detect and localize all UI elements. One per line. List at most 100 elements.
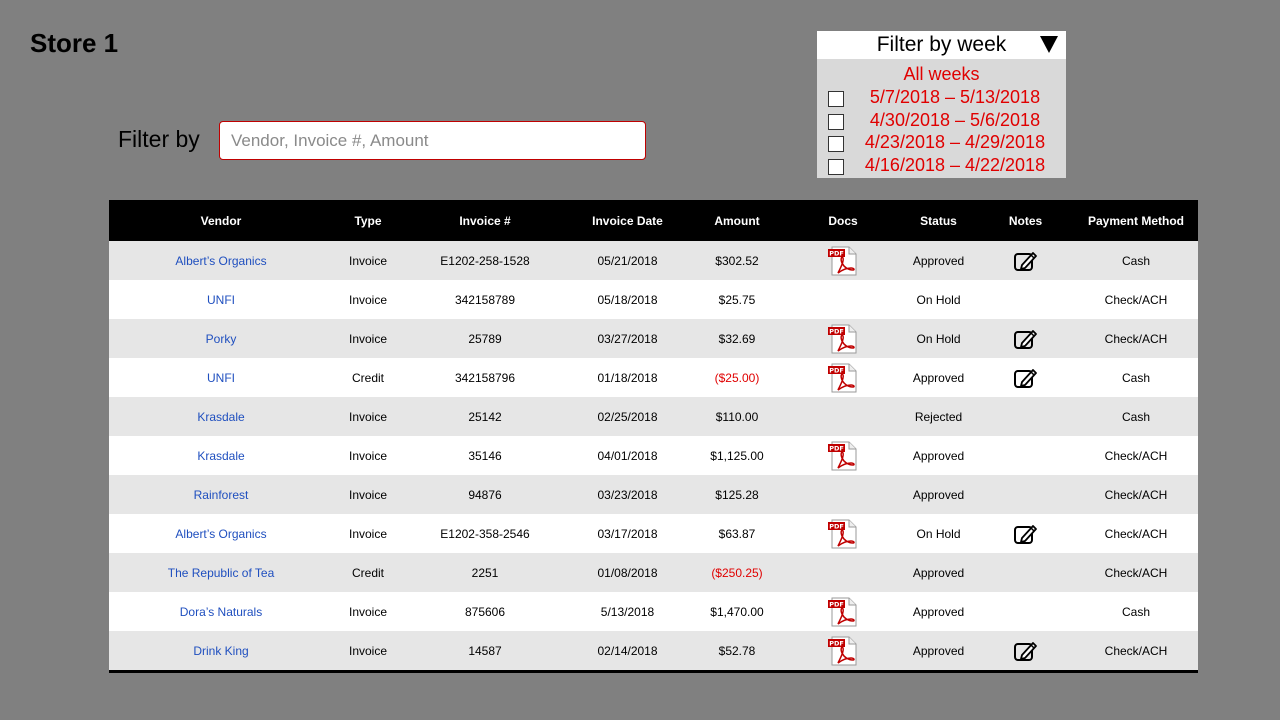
search-input[interactable] (219, 121, 646, 160)
payment-method-cell: Cash (1074, 358, 1198, 397)
svg-text:PDF: PDF (829, 639, 844, 647)
week-option-label: 4/30/2018 – 5/6/2018 (869, 109, 1041, 130)
table-row: UNFI Credit 342158796 01/18/2018 ($25.00) PDF… (109, 358, 1198, 397)
status-cell: Approved (900, 241, 977, 280)
week-option[interactable]: 4/30/2018 – 5/6/2018 (817, 110, 1066, 133)
table-row: Krasdale Invoice 25142 02/25/2018 $110.00 Rej… (109, 397, 1198, 436)
column-header[interactable]: Status (900, 200, 977, 241)
edit-note-icon[interactable] (1013, 328, 1039, 350)
docs-cell: PDF (786, 631, 900, 670)
type-cell: Invoice (333, 319, 403, 358)
table-row: The Republic of Tea Credit 2251 01/08/2018(… (109, 553, 1198, 592)
week-filter-header-label: Filter by week (876, 33, 1007, 56)
svg-text:PDF: PDF (829, 366, 844, 374)
invoice-number-cell: 94876 (403, 475, 567, 514)
pdf-icon[interactable]: PDF (827, 441, 859, 471)
status-cell: Approved (900, 358, 977, 397)
invoice-date-cell: 05/18/2018 (567, 280, 688, 319)
edit-note-icon[interactable] (1013, 250, 1039, 272)
payment-method-cell: Check/ACH (1074, 631, 1198, 670)
column-header[interactable]: Vendor (109, 200, 333, 241)
status-cell: On Hold (900, 514, 977, 553)
payment-method-cell: Cash (1074, 241, 1198, 280)
all-weeks-option[interactable]: All weeks (817, 64, 1066, 87)
edit-note-icon[interactable] (1013, 367, 1039, 389)
notes-cell (977, 436, 1074, 475)
week-checkbox[interactable] (828, 158, 844, 175)
vendor-link[interactable]: UNFI (109, 358, 333, 397)
column-header[interactable]: Amount (688, 200, 786, 241)
vendor-link[interactable]: Rainforest (109, 475, 333, 514)
column-header[interactable]: Notes (977, 200, 1074, 241)
edit-note-icon[interactable] (1013, 640, 1039, 662)
invoice-date-cell: 01/18/2018 (567, 358, 688, 397)
invoice-date-cell: 05/21/2018 (567, 241, 688, 280)
vendor-link[interactable]: Dora’s Naturals (109, 592, 333, 631)
amount-cell: $1,470.00 (688, 592, 786, 631)
invoice-date-cell: 02/14/2018 (567, 631, 688, 670)
table-row: Dora’s Naturals Invoice 875606 5/13/2018 $1,… (109, 592, 1198, 631)
week-option-label: 4/16/2018 – 4/22/2018 (864, 154, 1046, 175)
pdf-icon[interactable]: PDF (827, 363, 859, 393)
column-header[interactable]: Docs (786, 200, 900, 241)
week-checkbox[interactable] (828, 91, 844, 107)
invoice-date-cell: 03/27/2018 (567, 319, 688, 358)
vendor-link[interactable]: Krasdale (109, 436, 333, 475)
notes-cell (977, 475, 1074, 514)
type-cell: Invoice (333, 514, 403, 553)
docs-cell (786, 397, 900, 436)
svg-text:PDF: PDF (829, 327, 844, 335)
amount-cell: $1,125.00 (688, 436, 786, 475)
notes-cell (977, 358, 1074, 397)
invoice-number-cell: 342158789 (403, 280, 567, 319)
amount-cell: $302.52 (688, 241, 786, 280)
week-filter-dropdown[interactable]: Filter by week (817, 31, 1066, 59)
pdf-icon[interactable]: PDF (827, 324, 859, 354)
column-header[interactable]: Payment Method (1074, 200, 1198, 241)
docs-cell: PDF (786, 319, 900, 358)
vendor-link[interactable]: Albert’s Organics (109, 514, 333, 553)
pdf-icon[interactable]: PDF (827, 636, 859, 666)
pdf-icon[interactable]: PDF (827, 597, 859, 627)
pdf-icon[interactable]: PDF (827, 519, 859, 549)
invoice-number-cell: 2251 (403, 553, 567, 592)
type-cell: Invoice (333, 241, 403, 280)
invoice-date-cell: 03/17/2018 (567, 514, 688, 553)
notes-cell (977, 241, 1074, 280)
type-cell: Credit (333, 553, 403, 592)
docs-cell: PDF (786, 358, 900, 397)
amount-cell: $125.28 (688, 475, 786, 514)
docs-cell (786, 280, 900, 319)
week-option[interactable]: 5/7/2018 – 5/13/2018 (817, 87, 1066, 110)
table-row: Rainforest Invoice 94876 03/23/2018 $125.28 A… (109, 475, 1198, 514)
week-checkbox[interactable] (828, 136, 844, 152)
column-header[interactable]: Invoice # (403, 200, 567, 241)
edit-note-icon[interactable] (1013, 523, 1039, 545)
week-option[interactable]: 4/23/2018 – 4/29/2018 (817, 132, 1066, 155)
vendor-link[interactable]: Albert’s Organics (109, 241, 333, 280)
week-option[interactable]: 4/16/2018 – 4/22/2018 (817, 155, 1066, 178)
vendor-link[interactable]: The Republic of Tea (109, 553, 333, 592)
dropdown-arrow-icon[interactable] (1040, 36, 1058, 53)
table-row: Drink King Invoice 14587 02/14/2018 $52.78 PD… (109, 631, 1198, 670)
type-cell: Invoice (333, 631, 403, 670)
invoice-date-cell: 01/08/2018 (567, 553, 688, 592)
vendor-link[interactable]: Drink King (109, 631, 333, 670)
week-checkbox[interactable] (828, 113, 844, 130)
notes-cell (977, 592, 1074, 631)
pdf-icon[interactable]: PDF (827, 246, 859, 276)
docs-cell (786, 553, 900, 592)
table-row: UNFI Invoice 342158789 05/18/2018 $25.75 On H… (109, 280, 1198, 319)
docs-cell (786, 475, 900, 514)
filter-label: Filter by (118, 126, 200, 152)
column-header[interactable]: Invoice Date (567, 200, 688, 241)
vendor-link[interactable]: Krasdale (109, 397, 333, 436)
status-cell: Approved (900, 592, 977, 631)
notes-cell (977, 514, 1074, 553)
payment-method-cell: Check/ACH (1074, 514, 1198, 553)
column-header[interactable]: Type (333, 200, 403, 241)
invoice-date-cell: 04/01/2018 (567, 436, 688, 475)
vendor-link[interactable]: Porky (109, 319, 333, 358)
status-cell: On Hold (900, 280, 977, 319)
vendor-link[interactable]: UNFI (109, 280, 333, 319)
